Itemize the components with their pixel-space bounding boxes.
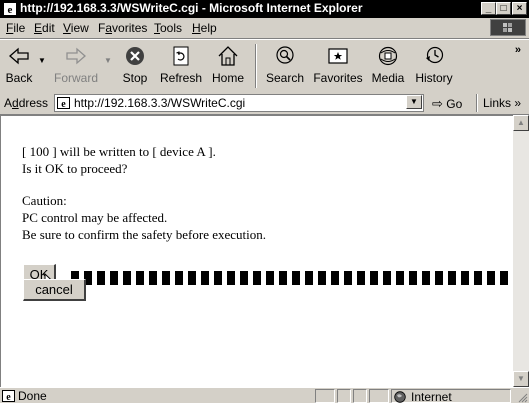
toolbar-chevron[interactable]: » xyxy=(515,44,521,56)
window-title: http://192.168.3.3/WSWriteC.cgi - Micros… xyxy=(20,1,363,15)
scroll-down-icon[interactable]: ▼ xyxy=(513,371,529,387)
go-arrow-icon: ⇨ xyxy=(432,96,443,111)
refresh-button[interactable]: Refresh xyxy=(156,43,206,89)
search-icon xyxy=(276,46,294,64)
favorites-icon xyxy=(328,48,348,64)
status-text: Done xyxy=(18,389,47,403)
address-dropdown-icon[interactable]: ▼ xyxy=(406,95,422,109)
caution-line-2: Be sure to confirm the safety before exe… xyxy=(22,227,267,242)
resize-grip-icon[interactable] xyxy=(516,391,528,403)
go-button[interactable]: ⇨ Go xyxy=(432,96,462,112)
address-input[interactable]: e http://192.168.3.3/WSWriteC.cgi xyxy=(54,94,424,112)
menu-bar: File Edit View Favorites Tools Help xyxy=(0,18,529,39)
windows-logo-icon xyxy=(490,19,526,36)
scroll-up-icon[interactable]: ▲ xyxy=(513,115,529,131)
links-button[interactable]: Links » xyxy=(483,96,521,110)
stop-icon xyxy=(126,47,144,65)
media-icon xyxy=(378,46,398,66)
home-button[interactable]: Home xyxy=(206,43,250,89)
svg-text:e: e xyxy=(8,4,13,16)
address-url: http://192.168.3.3/WSWriteC.cgi xyxy=(74,96,246,110)
status-panel xyxy=(315,389,335,403)
svg-text:e: e xyxy=(6,392,11,402)
ie-page-icon: e xyxy=(4,3,16,16)
history-icon xyxy=(426,46,444,64)
menu-tools[interactable]: Tools xyxy=(154,21,182,35)
toolbar-separator xyxy=(255,44,257,88)
history-button[interactable]: History xyxy=(410,43,458,89)
zone-label: Internet xyxy=(411,390,452,403)
confirm-question: Is it OK to proceed? xyxy=(22,161,128,176)
security-zone-panel: Internet xyxy=(391,389,511,403)
caution-line-1: PC control may be affected. xyxy=(22,210,168,225)
back-dropdown-icon[interactable]: ▼ xyxy=(38,56,46,65)
caution-title: Caution: xyxy=(22,193,67,208)
menu-help[interactable]: Help xyxy=(192,21,217,35)
minimize-button[interactable]: _ xyxy=(481,2,496,15)
back-button[interactable]: Back xyxy=(0,43,38,89)
status-panel xyxy=(353,389,367,403)
dashed-pointer-line xyxy=(71,271,521,285)
refresh-icon xyxy=(173,46,189,66)
cancel-button[interactable]: cancel xyxy=(23,279,86,301)
forward-button[interactable]: Forward xyxy=(50,43,102,89)
menu-file[interactable]: File xyxy=(6,21,25,35)
page-icon: e xyxy=(57,97,70,109)
forward-arrow-icon xyxy=(66,47,86,65)
status-panel xyxy=(337,389,351,403)
menu-edit[interactable]: Edit xyxy=(34,21,55,35)
forward-dropdown-icon[interactable]: ▼ xyxy=(104,56,112,65)
address-label: Address xyxy=(4,96,49,110)
stop-button[interactable]: Stop xyxy=(114,43,156,89)
status-panel xyxy=(369,389,389,403)
back-arrow-icon xyxy=(9,47,29,65)
write-message: [ 100 ] will be written to [ device A ]. xyxy=(22,144,216,159)
menu-favorites[interactable]: Favorites xyxy=(98,21,147,35)
svg-text:e: e xyxy=(61,99,66,109)
favorites-button[interactable]: Favorites xyxy=(310,43,366,89)
globe-icon xyxy=(394,391,406,403)
home-icon xyxy=(218,46,238,66)
browser-window: e http://192.168.3.3/WSWriteC.cgi - Micr… xyxy=(0,0,529,403)
links-separator xyxy=(476,94,478,112)
vertical-scrollbar[interactable]: ▲ ▼ xyxy=(513,115,529,387)
maximize-button[interactable]: □ xyxy=(496,2,511,15)
status-bar: e Done Internet xyxy=(0,387,529,403)
standard-toolbar: Back ▼ Forward ▼ Stop Refresh Home Searc… xyxy=(0,39,529,93)
media-button[interactable]: Media xyxy=(366,43,410,89)
menu-view[interactable]: View xyxy=(63,21,89,35)
title-bar[interactable]: e http://192.168.3.3/WSWriteC.cgi - Micr… xyxy=(0,0,529,18)
status-page-icon: e xyxy=(2,390,15,402)
search-button[interactable]: Search xyxy=(260,43,310,89)
address-bar: Address e http://192.168.3.3/WSWriteC.cg… xyxy=(0,92,529,115)
page-content: [ 100 ] will be written to [ device A ].… xyxy=(0,115,521,387)
close-button[interactable]: × xyxy=(512,2,527,15)
